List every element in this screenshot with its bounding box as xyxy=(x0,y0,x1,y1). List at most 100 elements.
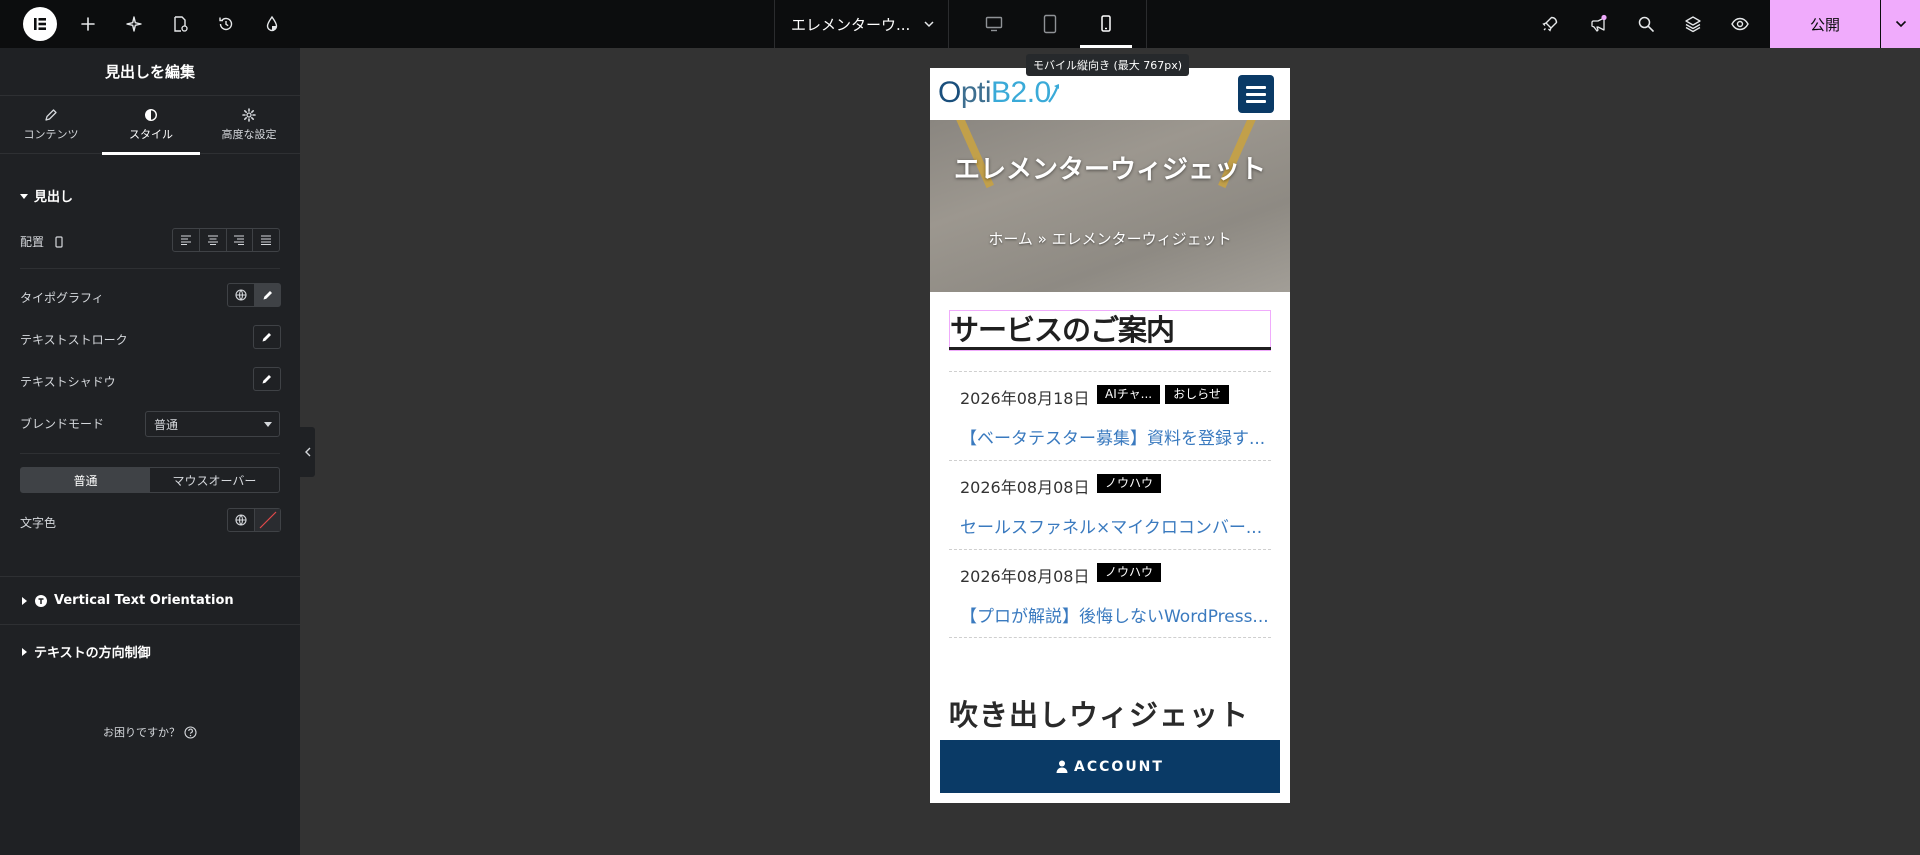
question-circle-icon xyxy=(184,725,197,739)
post-date: 2026年08月08日 xyxy=(960,567,1090,586)
eye-icon xyxy=(1731,17,1749,31)
pencil-icon xyxy=(262,375,271,384)
post-title-link[interactable]: 【プロが解説】後悔しないWordPress... xyxy=(960,602,1270,627)
post-categories: AIチャ... おしらせ xyxy=(1097,385,1229,404)
notifications-button[interactable] xyxy=(1578,0,1618,48)
help-text: お困りですか？ xyxy=(103,726,180,739)
page-settings-button[interactable] xyxy=(160,0,200,48)
text-stroke-controls xyxy=(253,325,281,349)
site-logo[interactable]: O pti B2.0 xyxy=(938,75,1061,111)
tab-advanced-label: 高度な設定 xyxy=(221,128,277,141)
account-button[interactable]: ACCOUNT xyxy=(940,740,1280,793)
tablet-icon xyxy=(1043,14,1057,34)
hero-title: エレメンターウィジェット xyxy=(953,155,1266,185)
search-button[interactable] xyxy=(1626,0,1666,48)
pencil-icon xyxy=(45,109,57,121)
pencil-icon xyxy=(263,291,272,300)
section-direction-label: テキストの方向制御 xyxy=(34,646,151,661)
tab-style-label: スタイル xyxy=(129,128,173,141)
half-circle-icon xyxy=(144,108,158,122)
breadcrumb[interactable]: ホーム » エレメンターウィジェット xyxy=(930,228,1290,249)
section-vertical-label: Vertical Text Orientation xyxy=(54,593,234,608)
mobile-icon xyxy=(1101,15,1111,32)
global-typography-button[interactable] xyxy=(228,284,254,306)
document-title: エレメンターウ... xyxy=(791,15,911,34)
publish-options-button[interactable] xyxy=(1881,0,1920,48)
state-normal-tab[interactable]: 普通 xyxy=(21,468,150,492)
global-color-button[interactable] xyxy=(228,509,254,531)
post-title-link[interactable]: 【ベータテスター募集】資料を登録す... xyxy=(960,424,1270,449)
divider xyxy=(20,453,280,454)
state-hover-tab[interactable]: マウスオーバー xyxy=(150,468,279,492)
tablet-view-button[interactable] xyxy=(1022,0,1078,48)
section-heading-toggle[interactable]: 見出し xyxy=(20,186,73,205)
elementor-logo-button[interactable] xyxy=(23,7,57,41)
post-title-link[interactable]: セールスファネル×マイクロコンバー... xyxy=(960,513,1270,538)
navigator-button[interactable] xyxy=(1673,0,1713,48)
blend-mode-select[interactable]: 普通 xyxy=(145,411,280,437)
category-badge[interactable]: おしらせ xyxy=(1165,385,1229,404)
chevron-down-icon xyxy=(1895,20,1906,28)
rocket-icon xyxy=(1542,16,1558,32)
tab-style[interactable]: スタイル xyxy=(102,96,200,155)
edit-text-stroke-button[interactable] xyxy=(254,326,280,348)
list-item: 2026年08月08日 ノウハウ 【プロが解説】後悔しないWordPress..… xyxy=(949,549,1271,638)
edit-typography-button[interactable] xyxy=(254,284,280,306)
post-list: 2026年08月18日 AIチャ... おしらせ 【ベータテスター募集】資料を登… xyxy=(949,371,1271,638)
hamburger-bar xyxy=(1246,99,1266,103)
list-item: 2026年08月08日 ノウハウ セールスファネル×マイクロコンバー... xyxy=(949,460,1271,549)
preview-frame: O pti B2.0 エレメンターウィジェット ホーム » エレメンターウィジェ… xyxy=(930,68,1290,803)
post-categories: ノウハウ xyxy=(1097,563,1162,582)
section-vertical-toggle[interactable]: Vertical Text Orientation xyxy=(20,593,234,608)
help-link[interactable]: お困りですか？ xyxy=(0,724,300,740)
selected-heading-widget[interactable]: サービスのご案内 xyxy=(949,310,1271,351)
chevron-left-icon xyxy=(304,447,310,457)
section-direction-toggle[interactable]: テキストの方向制御 xyxy=(20,642,151,661)
history-button[interactable] xyxy=(206,0,246,48)
megaphone-icon xyxy=(1591,14,1607,32)
color-picker-swatch[interactable] xyxy=(254,509,280,531)
text-color-controls xyxy=(227,508,281,532)
desktop-view-button[interactable] xyxy=(966,0,1022,48)
category-badge[interactable]: AIチャ... xyxy=(1097,385,1161,404)
structure-button[interactable] xyxy=(114,0,154,48)
alignment-control-label: 配置 xyxy=(20,233,64,250)
section-heading: サービスのご案内 xyxy=(950,313,1175,347)
responsive-mobile-icon[interactable] xyxy=(54,235,64,248)
tab-advanced[interactable]: 高度な設定 xyxy=(200,96,298,154)
align-center-button[interactable] xyxy=(200,229,227,251)
divider xyxy=(0,576,300,577)
align-left-button[interactable] xyxy=(173,229,200,251)
tab-content[interactable]: コンテンツ xyxy=(2,96,100,154)
category-badge[interactable]: ノウハウ xyxy=(1097,563,1162,582)
document-switcher[interactable]: エレメンターウ... xyxy=(774,0,949,48)
add-element-button[interactable] xyxy=(68,0,108,48)
search-icon xyxy=(1638,16,1654,32)
site-settings-button[interactable] xyxy=(252,0,292,48)
site-logo-b2: B2.0 xyxy=(991,76,1051,109)
hamburger-bar xyxy=(1246,85,1266,89)
edit-text-shadow-button[interactable] xyxy=(254,368,280,390)
hamburger-bar xyxy=(1246,92,1266,96)
align-right-button[interactable] xyxy=(227,229,254,251)
divider xyxy=(0,624,300,625)
globe-icon xyxy=(235,289,247,301)
panel-title: 見出しを編集 xyxy=(0,48,300,96)
device-divider xyxy=(1146,0,1147,48)
preview-button[interactable] xyxy=(1720,0,1760,48)
text-color-label: 文字色 xyxy=(20,516,57,530)
typography-label: タイポグラフィ xyxy=(20,291,104,305)
category-badge[interactable]: ノウハウ xyxy=(1097,474,1162,493)
mobile-view-button[interactable] xyxy=(1078,0,1134,48)
alignment-label: 配置 xyxy=(20,235,45,249)
device-tooltip: モバイル縦向き (最大 767px) xyxy=(1026,54,1190,76)
menu-toggle-button[interactable] xyxy=(1238,75,1274,113)
publish-button[interactable]: 公開 xyxy=(1770,0,1880,48)
post-date: 2026年08月08日 xyxy=(960,478,1090,497)
launch-button[interactable] xyxy=(1530,0,1570,48)
alignment-buttons xyxy=(172,228,280,252)
align-justify-button[interactable] xyxy=(253,229,279,251)
tab-content-label: コンテンツ xyxy=(23,128,79,141)
state-switcher: 普通 マウスオーバー xyxy=(20,467,280,493)
collapse-panel-button[interactable] xyxy=(300,427,315,477)
